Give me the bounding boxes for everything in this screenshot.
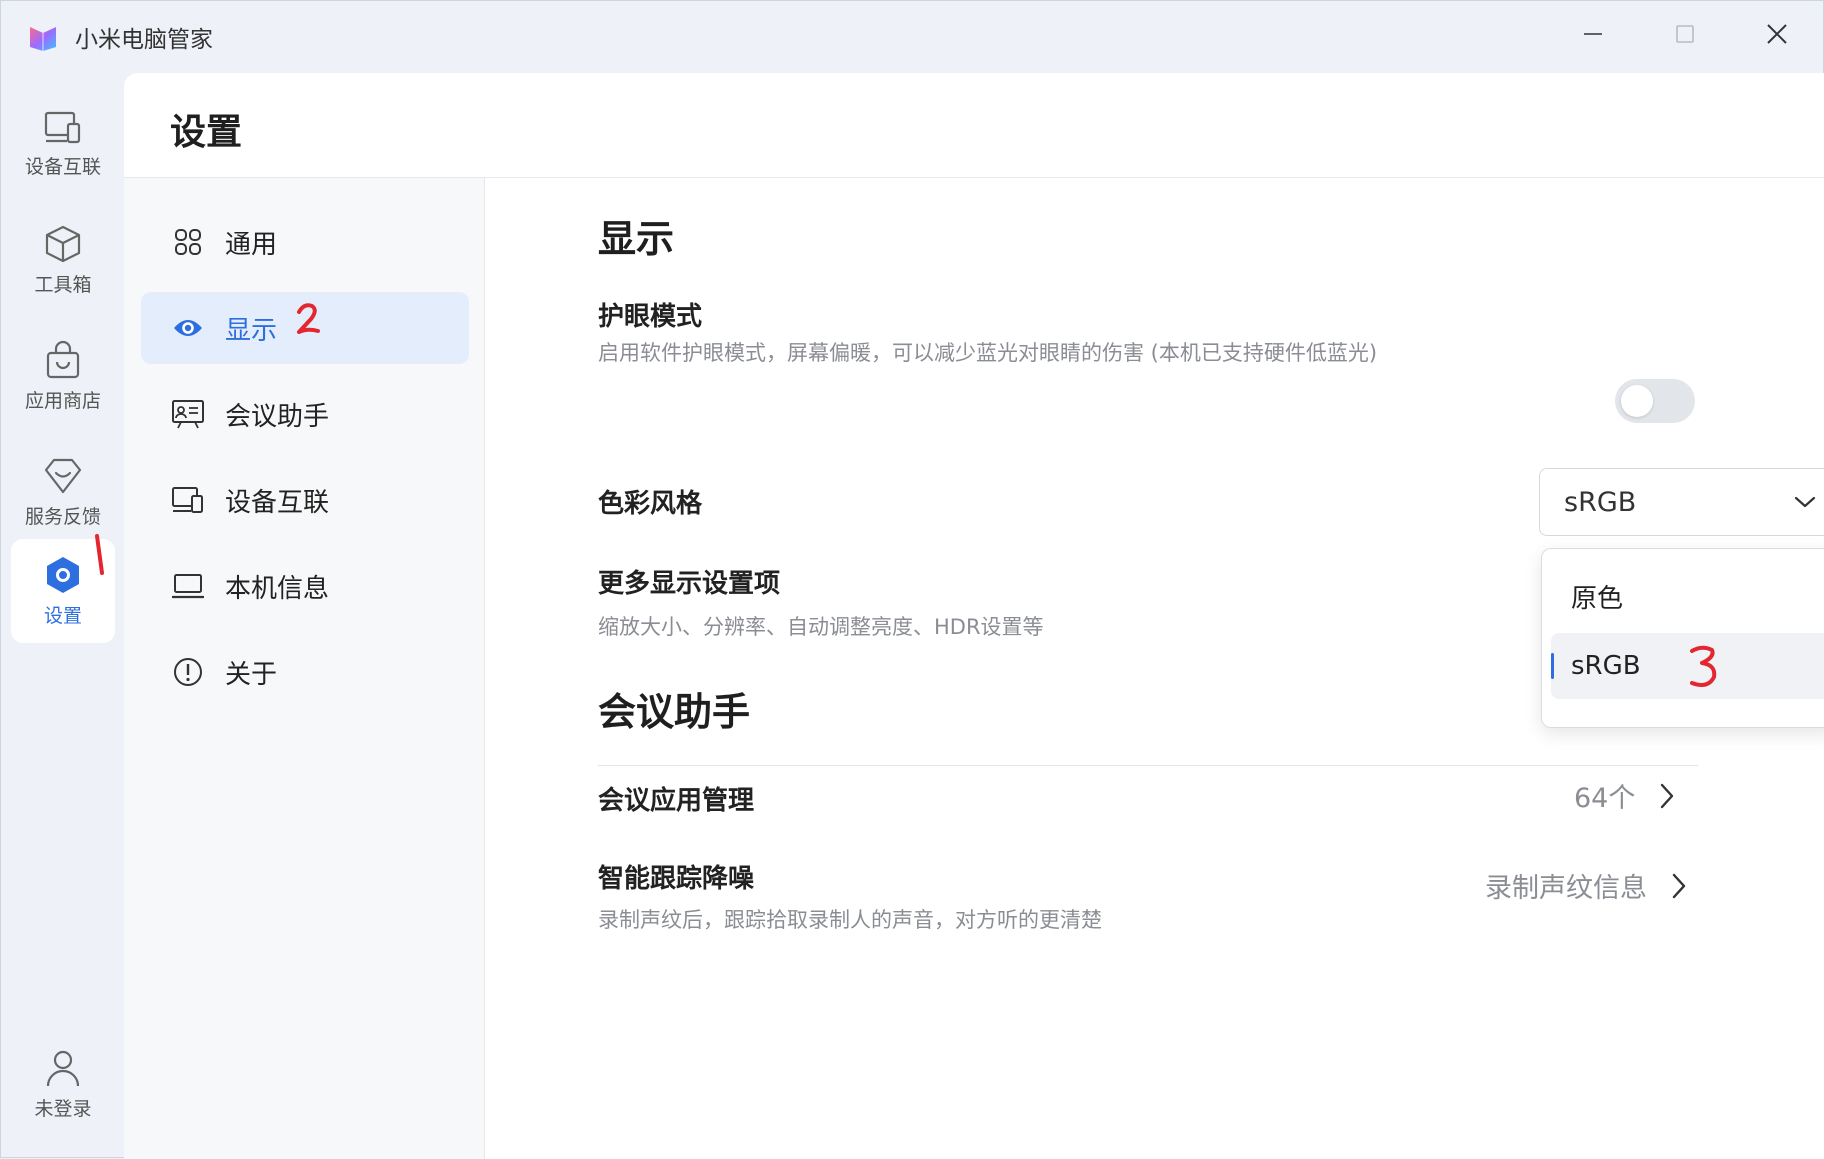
rail-item-app-store[interactable]: 应用商店 — [11, 323, 115, 429]
rail-item-label: 工具箱 — [34, 273, 92, 296]
option-label: sRGB — [1571, 651, 1641, 681]
app-title: 小米电脑管家 — [75, 27, 213, 53]
nav-item-devices[interactable]: 设备互联 — [141, 464, 469, 536]
rail-item-label: 设备互联 — [24, 155, 101, 178]
maximize-button[interactable] — [1655, 9, 1715, 59]
meeting-app-mgmt-link[interactable]: 64个 — [1574, 776, 1675, 815]
rail-item-label: 服务反馈 — [24, 505, 101, 528]
annotation-3 — [1690, 645, 1717, 687]
devices-icon — [44, 111, 81, 143]
rail-item-toolbox[interactable]: 工具箱 — [11, 207, 115, 313]
main-panel: 设置 通用 显示 会议助手 设备互联 本机信息 关于 显示 护眼模式 启用软件护… — [124, 73, 1824, 1159]
selected-indicator — [1551, 653, 1554, 679]
annotation-2 — [297, 303, 320, 334]
nav-item-about[interactable]: 关于 — [141, 636, 469, 708]
option-label: 原色 — [1571, 583, 1624, 614]
dropdown-option-original[interactable]: 原色 — [1551, 563, 1824, 629]
rail-item-feedback[interactable]: 服务反馈 — [11, 439, 115, 545]
rail-item-label: 应用商店 — [24, 389, 101, 412]
eye-care-desc: 启用软件护眼模式，屏幕偏暖，可以减少蓝光对眼睛的伤害 (本机已支持硬件低蓝光) — [598, 341, 1378, 365]
left-rail: 设备互联 工具箱 应用商店 服务反馈 设置 未登录 — [1, 71, 123, 1159]
eye-care-title: 护眼模式 — [598, 302, 703, 332]
app-window: 小米电脑管家 设备互联 工具箱 应用商店 服务反馈 设置 未登录 设置 通用 显… — [0, 0, 1824, 1159]
eye-icon — [171, 311, 205, 345]
section-title-meeting: 会议助手 — [598, 690, 751, 734]
noise-reduction-desc: 录制声纹后，跟踪拾取录制人的声音，对方听的更清楚 — [598, 908, 1102, 932]
section-divider — [598, 765, 1698, 766]
minimize-icon — [1584, 33, 1602, 35]
nav-item-general[interactable]: 通用 — [141, 206, 469, 278]
nav-item-device-info[interactable]: 本机信息 — [141, 550, 469, 622]
chevron-right-icon — [1672, 873, 1686, 898]
chevron-down-icon — [1794, 496, 1816, 508]
laptop-icon — [171, 569, 205, 603]
nav-item-label: 本机信息 — [225, 573, 330, 604]
section-title-display: 显示 — [598, 217, 675, 261]
presentation-icon — [171, 397, 205, 431]
noise-reduction-title: 智能跟踪降噪 — [598, 864, 755, 894]
nav-item-meeting[interactable]: 会议助手 — [141, 378, 469, 450]
chevron-right-icon — [1661, 783, 1674, 808]
diamond-heart-icon — [44, 458, 82, 493]
nav-item-label: 通用 — [225, 229, 278, 260]
more-display-title: 更多显示设置项 — [598, 569, 781, 599]
user-icon — [46, 1050, 80, 1086]
nav-item-label: 设备互联 — [225, 487, 330, 518]
close-icon — [1767, 24, 1787, 44]
settings-hex-icon — [47, 556, 79, 593]
minimize-button[interactable] — [1563, 9, 1623, 59]
app-logo-icon — [30, 27, 56, 51]
toggle-knob — [1621, 385, 1653, 417]
nav-item-label: 会议助手 — [225, 401, 330, 432]
color-style-value: sRGB — [1564, 486, 1637, 518]
color-style-dropdown: 原色 sRGB — [1541, 548, 1824, 728]
nav-item-label: 显示 — [225, 315, 278, 346]
color-style-select[interactable]: sRGB — [1539, 468, 1824, 536]
eye-care-toggle[interactable] — [1615, 379, 1695, 423]
user-label: 未登录 — [34, 1097, 92, 1120]
rail-item-devices[interactable]: 设备互联 — [11, 91, 115, 197]
more-display-desc: 缩放大小、分辨率、自动调整亮度、HDR设置等 — [598, 615, 1044, 639]
user-login[interactable]: 未登录 — [11, 1031, 115, 1137]
grid-icon — [171, 225, 205, 259]
cube-icon — [45, 225, 81, 262]
page-title: 设置 — [170, 112, 243, 153]
record-voiceprint-label: 录制声纹信息 — [1485, 873, 1647, 904]
info-icon — [171, 655, 205, 689]
record-voiceprint-link[interactable]: 录制声纹信息 — [1485, 866, 1687, 905]
settings-content: 显示 护眼模式 启用软件护眼模式，屏幕偏暖，可以减少蓝光对眼睛的伤害 (本机已支… — [485, 178, 1824, 1159]
nav-item-label: 关于 — [225, 659, 278, 690]
annotation-1 — [95, 534, 104, 575]
color-style-title: 色彩风格 — [598, 489, 703, 519]
close-button[interactable] — [1747, 9, 1807, 59]
shopping-bag-icon — [46, 340, 80, 378]
devices-icon — [171, 483, 205, 517]
title-bar: 小米电脑管家 — [1, 1, 1824, 71]
maximize-icon — [1676, 25, 1694, 43]
meeting-app-mgmt-title: 会议应用管理 — [598, 786, 755, 816]
rail-item-label: 设置 — [43, 604, 82, 627]
meeting-app-count: 64个 — [1574, 783, 1636, 814]
